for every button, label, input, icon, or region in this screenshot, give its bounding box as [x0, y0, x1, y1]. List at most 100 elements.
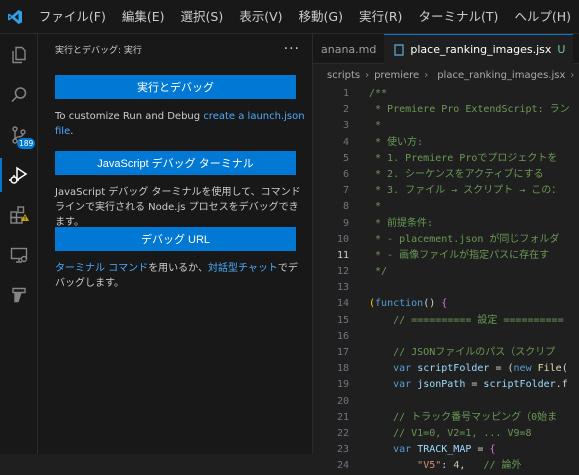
- tab-label: place_ranking_images.jsx: [410, 43, 552, 56]
- code-line[interactable]: 6 * 2. シーケンスをアクティブにする: [313, 167, 579, 183]
- code-line[interactable]: 7 * 3. ファイル → スクリプト → この：: [313, 183, 579, 199]
- code-line[interactable]: 22 // V1=0, V2=1, ... V9=8: [313, 426, 579, 442]
- code-line[interactable]: 8 *: [313, 199, 579, 215]
- code-line[interactable]: 16: [313, 329, 579, 345]
- tab-label: anana.md: [321, 42, 377, 56]
- line-number: 5: [342, 152, 349, 164]
- chevron-right-icon: ›: [365, 69, 370, 81]
- explorer-icon[interactable]: [0, 36, 38, 74]
- code-line[interactable]: 10 * - placement.json が同じフォルダ: [313, 232, 579, 248]
- editor-tabs: anana.md place_ranking_images.jsx U: [313, 34, 579, 64]
- search-icon[interactable]: [0, 76, 38, 114]
- code-text: "V5": 4, // 論外: [417, 460, 522, 472]
- code-line[interactable]: 14 (function() {: [313, 296, 579, 312]
- menu-bar: ファイル(F) 編集(E) 選択(S) 表示(V) 移動(G) 実行(R) ター…: [31, 0, 579, 34]
- run-debug-icon[interactable]: [0, 156, 38, 194]
- code-line[interactable]: 9 * 前提条件:: [313, 216, 579, 232]
- run-debug-sidebar: 実行とデバッグ: 実行 ··· 実行とデバッグ To customize Run…: [38, 34, 313, 454]
- remote-explorer-icon[interactable]: [0, 236, 38, 274]
- line-number: 4: [342, 136, 349, 148]
- code-text: // トラック番号マッピング（0始ま: [369, 411, 558, 423]
- code-line[interactable]: 4 * 使い方:: [313, 135, 579, 151]
- code-line[interactable]: 1 /**: [313, 86, 579, 102]
- line-number: 8: [342, 201, 349, 213]
- line-number: 16: [336, 330, 349, 342]
- line-number: 19: [336, 379, 349, 391]
- breadcrumb-item[interactable]: place_ranking_images.jsx: [437, 70, 565, 81]
- line-number: 6: [342, 168, 349, 180]
- line-number: 13: [336, 282, 349, 294]
- line-number: 21: [336, 411, 349, 423]
- code-line[interactable]: 12 */: [313, 264, 579, 280]
- code-line[interactable]: 3 *: [313, 118, 579, 134]
- code-line[interactable]: 20: [313, 394, 579, 410]
- line-number: 14: [336, 298, 349, 310]
- source-control-icon[interactable]: 189: [0, 116, 38, 154]
- interactive-chat-link[interactable]: 対話型チャット: [208, 263, 278, 274]
- debug-url-button[interactable]: デバッグ URL: [55, 227, 296, 251]
- code-text: * Premiere Pro ExtendScript: ラン: [369, 104, 570, 116]
- footer-text-1: を用いるか、: [148, 263, 208, 274]
- code-line[interactable]: 17 // JSONファイルのパス（スクリプ: [313, 345, 579, 361]
- code-text: var TRACK_MAP = {: [393, 444, 496, 456]
- js-debug-terminal-button[interactable]: JavaScript デバッグ ターミナル: [55, 151, 296, 175]
- line-number: 22: [336, 427, 349, 439]
- test-flask-icon[interactable]: [0, 276, 38, 314]
- code-text: * 前提条件:: [369, 217, 434, 229]
- code-line[interactable]: 13: [313, 280, 579, 296]
- code-line[interactable]: 24 "V5": 4, // 論外: [313, 458, 579, 474]
- menu-file[interactable]: ファイル(F): [31, 0, 114, 34]
- code-line[interactable]: 23 var TRACK_MAP = {: [313, 442, 579, 458]
- menu-run[interactable]: 実行(R): [351, 0, 410, 34]
- code-text: * 1. Premiere Proでプロジェクトを: [369, 152, 558, 164]
- code-line[interactable]: 11 * - 画像ファイルが指定パスに存在す: [313, 248, 579, 264]
- code-text: *: [369, 120, 382, 132]
- line-number: 1: [342, 88, 349, 99]
- code-editor[interactable]: 1/** 2 * Premiere Pro ExtendScript: ラン 3 *…: [313, 86, 579, 475]
- more-actions-icon[interactable]: ···: [284, 41, 300, 57]
- menu-help[interactable]: ヘルプ(H): [506, 0, 579, 34]
- code-line[interactable]: 21 // トラック番号マッピング（0始ま: [313, 410, 579, 426]
- run-and-debug-button[interactable]: 実行とデバッグ: [55, 75, 296, 99]
- menu-view[interactable]: 表示(V): [231, 0, 290, 34]
- sidebar-title: 実行とデバッグ: 実行: [55, 45, 142, 56]
- code-line[interactable]: 19 var jsonPath = scriptFolder.f: [313, 377, 579, 393]
- untracked-status: U: [557, 43, 566, 56]
- line-number: 20: [336, 395, 349, 407]
- sidebar-header: 実行とデバッグ: 実行 ···: [38, 34, 312, 64]
- code-text: * 使い方:: [369, 136, 424, 148]
- code-line[interactable]: 2 * Premiere Pro ExtendScript: ラン: [313, 102, 579, 118]
- line-number: 18: [336, 363, 349, 375]
- activity-bar: 189: [0, 34, 38, 454]
- chevron-right-icon: ›: [424, 69, 429, 81]
- terminal-command-link[interactable]: ターミナル コマンド: [55, 263, 148, 274]
- title-bar: ファイル(F) 編集(E) 選択(S) 表示(V) 移動(G) 実行(R) ター…: [0, 0, 579, 34]
- code-text: var scriptFolder = (new File(: [393, 363, 568, 375]
- vscode-logo-icon: [0, 0, 31, 34]
- menu-terminal[interactable]: ターミナル(T): [410, 0, 506, 34]
- code-text: * - 画像ファイルが指定パスに存在す: [369, 249, 550, 261]
- tab-place-ranking-images[interactable]: place_ranking_images.jsx U: [384, 34, 574, 64]
- code-line[interactable]: 18 var scriptFolder = (new File(: [313, 361, 579, 377]
- source-control-badge: 189: [17, 138, 36, 149]
- javascript-file-icon: [394, 43, 405, 56]
- menu-go[interactable]: 移動(G): [291, 0, 351, 34]
- breadcrumb-item[interactable]: premiere: [374, 70, 419, 81]
- code-line[interactable]: 5 * 1. Premiere Proでプロジェクトを: [313, 151, 579, 167]
- code-text: // V1=0, V2=1, ... V9=8: [369, 427, 532, 439]
- extensions-icon[interactable]: [0, 196, 38, 234]
- menu-edit[interactable]: 編集(E): [114, 0, 173, 34]
- code-line[interactable]: 15 // ========== 設定 ==========: [313, 313, 579, 329]
- tab-anana-md[interactable]: anana.md: [313, 34, 384, 64]
- breadcrumb-item[interactable]: scripts: [327, 70, 360, 81]
- code-text: /**: [369, 88, 388, 99]
- code-text: * 3. ファイル → スクリプト → この：: [369, 185, 562, 197]
- line-number: 2: [342, 104, 349, 116]
- line-number: 9: [342, 217, 349, 229]
- code-text: * 2. シーケンスをアクティブにする: [369, 168, 544, 180]
- terminal-description: JavaScript デバッグ ターミナルを使用して、コマンド ラインで実行され…: [55, 187, 301, 228]
- menu-selection[interactable]: 選択(S): [173, 0, 232, 34]
- code-text: // ========== 設定 ==========: [369, 314, 564, 326]
